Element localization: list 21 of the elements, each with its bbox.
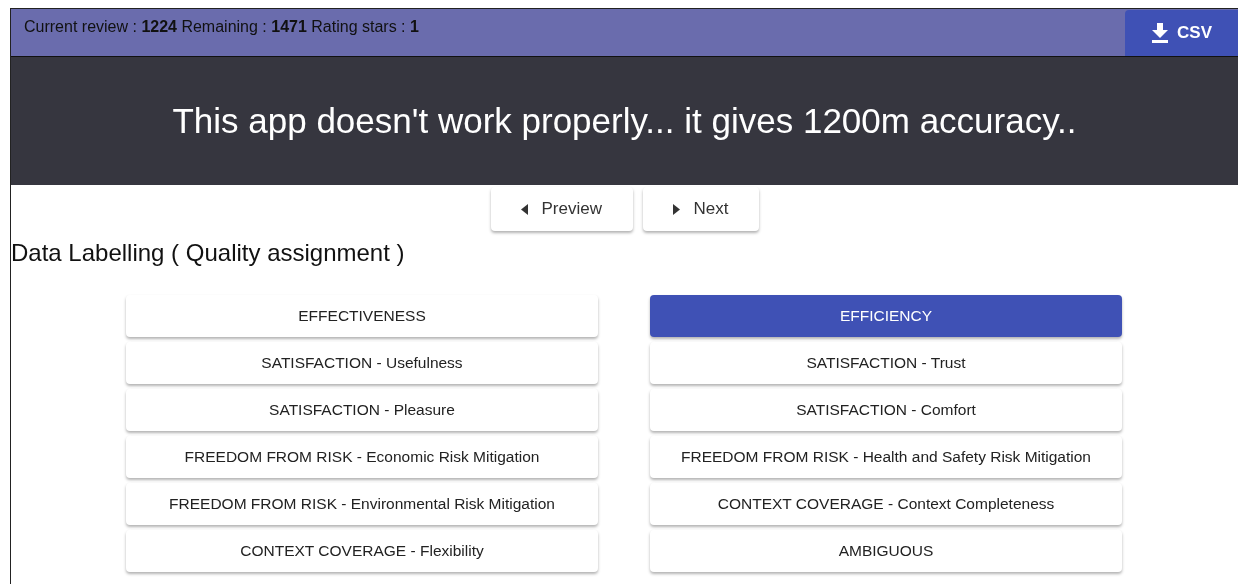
label-button[interactable]: SATISFACTION - Trust <box>650 342 1122 384</box>
preview-button[interactable]: Preview <box>490 187 633 231</box>
next-button[interactable]: Next <box>642 187 759 231</box>
review-stats: Current review : 1224 Remaining : 1471 Rating stars : 1 <box>23 17 419 37</box>
label-button[interactable]: SATISFACTION - Usefulness <box>126 342 598 384</box>
label-button[interactable]: FREEDOM FROM RISK - Economic Risk Mitigation <box>126 436 598 478</box>
label-button[interactable]: SATISFACTION - Comfort <box>650 389 1122 431</box>
label-button[interactable]: EFFICIENCY <box>650 295 1122 337</box>
label-button[interactable]: EFFECTIVENESS <box>126 295 598 337</box>
label-button[interactable]: FREEDOM FROM RISK - Health and Safety Risk Mitigation <box>650 436 1122 478</box>
label-button[interactable]: SATISFACTION - Pleasure <box>126 389 598 431</box>
section-title: Data Labelling ( Quality assignment ) <box>11 239 406 267</box>
download-icon <box>1151 23 1169 43</box>
caret-left-icon <box>520 203 528 215</box>
caret-right-icon <box>672 203 680 215</box>
review-text: This app doesn't work properly... it gives 1200m accuracy.. <box>172 101 1077 141</box>
label-button[interactable]: AMBIGUOUS <box>650 530 1122 572</box>
csv-download-button[interactable]: CSV <box>1125 10 1238 56</box>
label-button[interactable]: CONTEXT COVERAGE - Flexibility <box>126 530 598 572</box>
label-button[interactable]: CONTEXT COVERAGE - Context Completeness <box>650 483 1122 525</box>
label-button[interactable]: FREEDOM FROM RISK - Environmental Risk Mitigation <box>126 483 598 525</box>
